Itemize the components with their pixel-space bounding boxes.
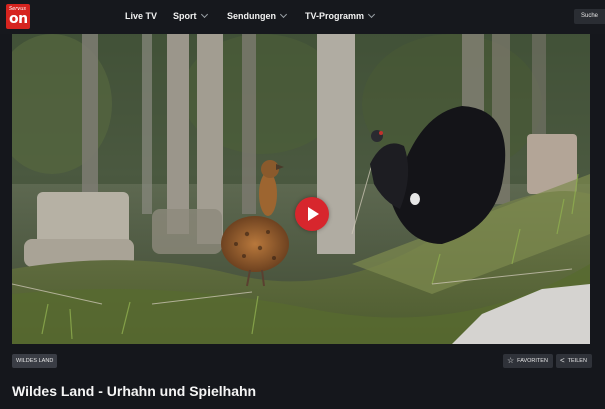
nav-live-tv[interactable]: Live TV xyxy=(125,11,157,21)
search-button[interactable]: Suche xyxy=(574,9,605,24)
nav-sendungen-label: Sendungen xyxy=(227,11,276,21)
chevron-down-icon xyxy=(367,10,376,19)
share-icon: < xyxy=(560,356,565,365)
logo-main-text: on xyxy=(9,11,28,27)
chevron-down-icon xyxy=(200,10,208,19)
play-button[interactable] xyxy=(295,197,329,231)
share-label: TEILEN xyxy=(567,358,587,364)
video-thumbnail xyxy=(12,34,590,344)
servus-on-logo[interactable]: Servus on xyxy=(6,4,30,29)
play-icon xyxy=(308,207,319,221)
star-icon: ☆ xyxy=(507,356,515,365)
nav-tv-programm[interactable]: TV-Programm xyxy=(305,10,376,21)
nav-live-tv-label: Live TV xyxy=(125,11,158,21)
share-button[interactable]: < TEILEN xyxy=(556,354,592,368)
top-navigation-bar: Servus on Live TV Sport Sendungen TV-Pro… xyxy=(0,0,605,34)
chevron-down-icon xyxy=(279,10,288,19)
nav-sport-label: Sport xyxy=(173,11,197,21)
nav-tv-programm-label: TV-Programm xyxy=(305,11,365,21)
nav-sendungen[interactable]: Sendungen xyxy=(227,10,288,21)
video-player[interactable] xyxy=(12,34,590,344)
page-title: Wildes Land - Urhahn und Spielhahn xyxy=(12,383,257,399)
show-tag[interactable]: WILDES LAND xyxy=(12,354,58,368)
favorite-button[interactable]: ☆ FAVORITEN xyxy=(503,354,553,368)
favorite-label: FAVORITEN xyxy=(517,358,548,364)
nav-sport[interactable]: Sport xyxy=(173,10,208,21)
